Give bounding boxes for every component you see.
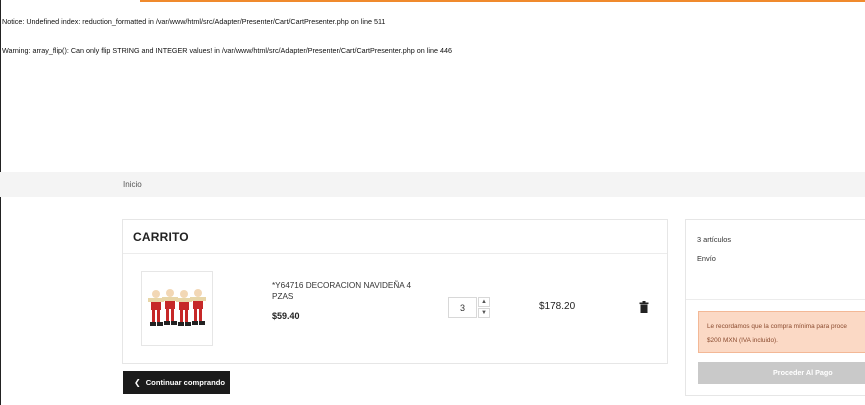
notice-line: 511 xyxy=(373,17,386,26)
warning-line: 446 xyxy=(439,46,452,55)
minimum-purchase-alert: Le recordamos que la compra mínima para … xyxy=(698,311,865,353)
notice-on-line: on line xyxy=(348,17,374,26)
line-total-price: $178.20 xyxy=(539,301,576,312)
trash-icon-graphic xyxy=(639,301,649,313)
warning-path: /var/www/html/src/Adapter/Presenter/Cart… xyxy=(221,46,415,55)
php-warning-message: Warning: array_flip(): Can only flip STR… xyxy=(2,46,452,55)
quantity-input[interactable] xyxy=(448,297,477,318)
php-notice-message: Notice: Undefined index: reduction_forma… xyxy=(2,17,385,26)
notice-path: /var/www/html/src/Adapter/Presenter/Cart… xyxy=(155,17,349,26)
notice-label: Notice xyxy=(2,17,23,26)
cart-summary-panel: 3 artículos Envío Le recordamos que la c… xyxy=(685,219,865,396)
notice-text: : Undefined index: reduction_formatted i… xyxy=(22,17,156,26)
cart-divider xyxy=(123,253,667,254)
top-accent-bar xyxy=(140,0,865,2)
checkout-button[interactable]: Proceder Al Pago xyxy=(698,362,865,384)
breadcrumb: Inicio xyxy=(0,172,865,197)
warning-label: Warning xyxy=(2,46,29,55)
items-count: 3 artículos xyxy=(697,235,732,244)
quantity-stepper: ▲ ▼ xyxy=(448,297,490,319)
alert-line-2: $200 MXN (IVA incluido). xyxy=(707,337,778,344)
breadcrumb-home-link[interactable]: Inicio xyxy=(123,180,142,189)
christmas-decoration-image xyxy=(148,289,206,326)
warning-text: : array_flip(): Can only flip STRING and… xyxy=(28,46,222,55)
chevron-up-icon[interactable]: ▲ xyxy=(478,297,490,307)
continue-shopping-label: Continuar comprando xyxy=(145,378,226,387)
product-thumbnail[interactable] xyxy=(141,271,213,346)
continue-shopping-button[interactable]: ❮ Continuar comprando xyxy=(123,371,230,394)
summary-divider xyxy=(686,299,865,300)
product-name-link[interactable]: *Y64716 DECORACION NAVIDEÑA 4 PZAS xyxy=(272,280,422,302)
left-edge-line xyxy=(0,0,1,405)
chevron-left-icon: ❮ xyxy=(134,378,141,387)
chevron-down-icon[interactable]: ▼ xyxy=(478,308,490,318)
trash-icon[interactable] xyxy=(639,300,649,313)
cart-panel: CARRITO *Y64716 DECORACION NAVIDEÑA 4 PZ… xyxy=(122,219,668,364)
product-unit-price: $59.40 xyxy=(272,311,300,321)
warning-on-line: on line xyxy=(414,46,440,55)
alert-line-1: Le recordamos que la compra mínima para … xyxy=(707,323,847,330)
shipping-label: Envío xyxy=(697,254,716,263)
cart-title: CARRITO xyxy=(133,230,189,244)
